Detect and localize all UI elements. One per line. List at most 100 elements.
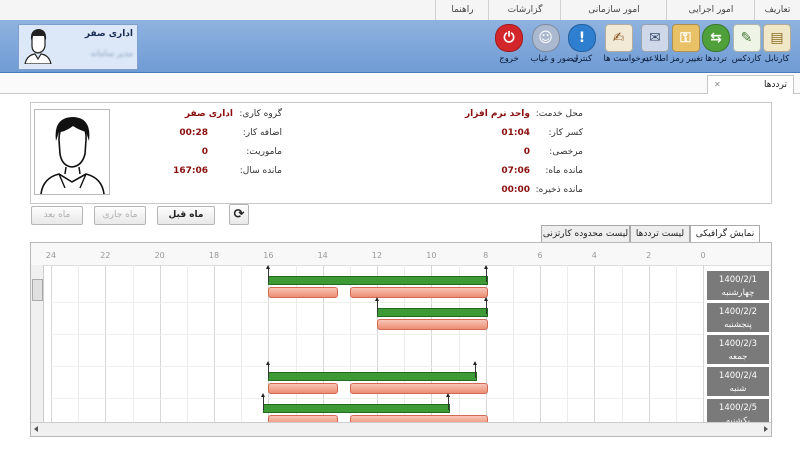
month-remain-value: 07:06 [501,166,530,176]
gantt-hour-tick-label: 24 [45,251,57,260]
gantt-row-date: 1400/2/3 [718,339,758,349]
employee-info-panel [30,102,772,204]
gantt-horizontal-scrollbar[interactable] [31,422,771,436]
toolbar-attendance-button[interactable]: ☺ حضور و غیاب [530,24,579,70]
toolbar-label: درخواست ها [603,54,649,64]
gantt-hour-tick-label: 14 [317,251,328,260]
prev-month-button[interactable]: ماه قبل [157,206,215,225]
gantt-punch-arrow [472,361,477,365]
menu-item-0[interactable]: تعاریف [754,0,800,20]
toolbar-label: حضور و غیاب [530,54,579,64]
tab-close-icon[interactable]: ✕ [714,76,721,94]
gantt-row-date: 1400/2/4 [718,371,758,381]
gantt-punch-marker [474,364,476,378]
current-month-button[interactable]: ماه جاری [94,206,146,225]
toolbar-label: کاردکس [731,54,762,64]
toolbar-label: کارتابل [764,54,790,64]
gantt-hour-tick-label: 22 [100,251,111,260]
mission-value: 0 [201,147,208,157]
gantt-work-bar[interactable] [268,372,477,381]
gantt-hour-tick-label: 8 [483,251,489,260]
reserve-remain-label: مانده ذخیره: [535,185,583,195]
gantt-punch-arrow [483,297,488,301]
gantt-row-date-label: 1400/2/4 شنبه [707,367,769,397]
gantt-hour-tick-label: 10 [426,251,437,260]
toolbar-key-button[interactable]: ⚿ تغییر رمز [670,24,703,70]
scroll-left-arrow-icon[interactable] [34,426,38,432]
gantt-traffic-bar[interactable] [268,383,339,394]
toolbar-request-button[interactable]: ✍ درخواست ها [603,24,649,70]
gantt-punch-marker [485,268,487,282]
user-subtitle: مدیر سامانه [90,49,133,59]
toolbar-label: ترددها [705,54,727,64]
gantt-work-bar[interactable] [262,404,450,413]
gantt-punch-arrow [483,265,488,269]
toolbar-exit-button[interactable]: ⏻ خروج [494,24,524,70]
gantt-traffic-bar[interactable] [377,319,488,330]
refresh-icon: ⟳ [233,207,245,222]
toolbar-chart-button[interactable]: ✎ کاردکس [732,24,762,70]
toolbar-label: خروج [499,54,519,64]
gantt-work-bar[interactable] [268,276,488,285]
year-remain-value: 167:06 [173,166,208,176]
menu-item-2[interactable]: امور سازمانی [560,0,667,20]
attendance-icon: ☺ [531,24,560,52]
mission-label: ماموریت: [246,147,282,157]
gantt-punch-marker [447,396,449,410]
gantt-traffic-bar[interactable] [349,287,488,298]
menu-item-3[interactable]: گزارشات [488,0,561,20]
gantt-row-date-label: 1400/2/3 جمعه [707,335,769,365]
chart-icon: ✎ [732,24,761,52]
request-icon: ✍ [604,24,633,52]
service-place-value: واحد نرم افزار [464,109,530,119]
gantt-hour-tick-label: 2 [646,251,652,260]
gantt-hour-tick-label: 4 [591,251,597,260]
month-remain-label: مانده ماه: [545,166,583,176]
gantt-row-day: جمعه [728,352,748,362]
gantt-vertical-scrollbar[interactable] [31,265,44,422]
gantt-row-date: 1400/2/1 [718,275,758,285]
gantt-traffic-bar[interactable] [349,383,488,394]
next-month-button[interactable]: ماه بعد [31,206,83,225]
gantt-punch-marker [485,300,487,314]
gantt-row-date-label: 1400/2/1 چهارشنبه [707,271,769,301]
reserve-remain-value: 00:00 [501,185,530,195]
tab-traffic[interactable]: ✕ ترددها [707,75,794,94]
gantt-punch-marker [262,396,264,410]
overtime-label: اضافه کار: [242,128,282,138]
gantt-header [31,243,771,266]
employee-photo [34,109,110,195]
gantt-punch-marker [377,300,378,314]
tab-traffic-label: ترددها [764,80,787,90]
announcement-icon: ✉ [641,24,669,52]
toolbar-inbox-button[interactable]: ▤ کارتابل [762,24,792,70]
gantt-punch-marker [268,364,270,378]
service-place-label: محل خدمت: [535,109,583,119]
gantt-vertical-scroll-thumb[interactable] [32,279,43,301]
deficit-value: 01:04 [501,128,530,138]
leave-value: 0 [523,147,530,157]
gantt-traffic-bar[interactable] [268,287,339,298]
user-name: اداری صفر [84,29,133,39]
gantt-row-date: 1400/2/2 [718,307,758,317]
refresh-button[interactable]: ⟳ [229,204,249,225]
gantt-row-date-label: 1400/2/2 پنجشنبه [707,303,769,333]
gantt-row-separator [51,398,703,399]
exit-icon: ⏻ [495,24,523,52]
page-tab-strip: ✕ ترددها [0,73,800,94]
toolbar-traffic-button[interactable]: ⇆ ترددها [701,24,731,70]
gantt-hour-tick-label: 16 [263,251,274,260]
gantt-punch-arrow [260,393,265,397]
traffic-gantt-chart: 0 2 4 6 8 10 12 14 16 18 20 22 24 1400/2/1 چهارشنبه 140… [30,242,772,437]
work-group-label: گروه کاری: [239,109,282,119]
menu-item-4[interactable]: راهنما [435,0,489,20]
gantt-row-day: پنجشنبه [724,320,752,330]
menu-item-1[interactable]: امور اجرایی [666,0,755,20]
gantt-punch-arrow [266,361,271,365]
gantt-hour-tick-label: 20 [154,251,165,260]
overtime-value: 00:28 [179,128,208,138]
scroll-right-arrow-icon[interactable] [764,426,768,432]
gantt-punch-arrow [375,297,379,301]
toolbar-label: تغییر رمز [670,54,703,64]
gantt-work-bar[interactable] [377,308,488,317]
